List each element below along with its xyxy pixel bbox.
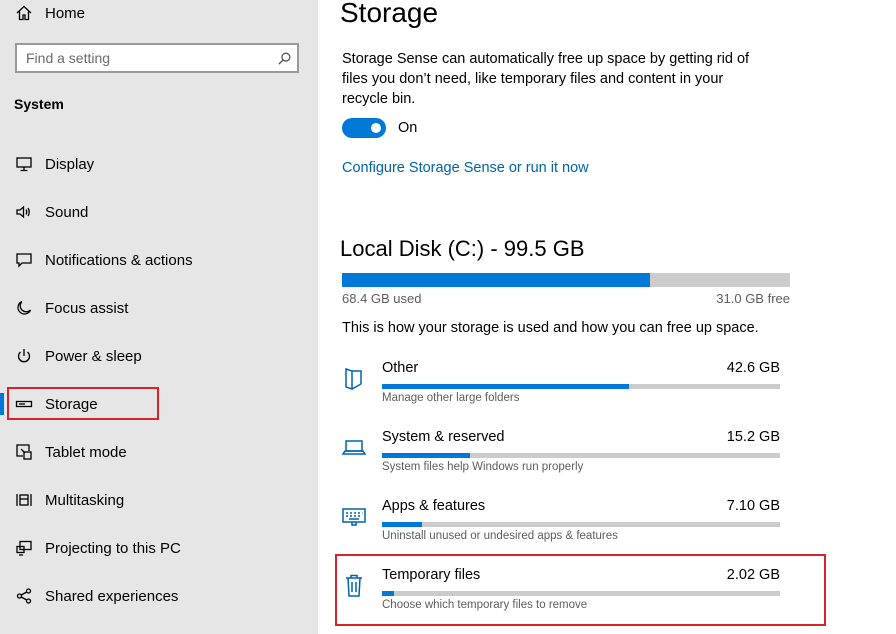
projector-icon [14, 538, 34, 558]
sidebar-item-power-sleep[interactable]: Power & sleep [14, 344, 142, 368]
sidebar-item-focus-assist[interactable]: Focus assist [14, 296, 128, 320]
laptop-icon [340, 433, 368, 461]
power-icon [14, 346, 34, 366]
category-bar [382, 384, 780, 389]
sidebar-item-label: Multitasking [45, 491, 125, 509]
sidebar-item-label: Power & sleep [45, 347, 142, 365]
disk-used-label: 68.4 GB used [342, 291, 422, 306]
storage-usage-text: This is how your storage is used and how… [342, 320, 759, 336]
sidebar-item-label: Shared experiences [45, 587, 179, 605]
sidebar-item-label: Focus assist [45, 299, 129, 317]
configure-storage-sense-link[interactable]: Configure Storage Sense or run it now [342, 160, 589, 176]
tablet-mode-icon [14, 442, 34, 462]
category-bar-fill [382, 522, 422, 527]
category-name: Other [382, 360, 419, 376]
section-heading: System [14, 96, 64, 112]
monitor-icon [14, 154, 34, 174]
category-name: Apps & features [382, 498, 486, 514]
disk-usage-bar [342, 273, 790, 287]
sidebar-item-label: Notifications & actions [45, 251, 193, 269]
category-name: System & reserved [382, 429, 505, 445]
category-size: 15.2 GB [726, 429, 780, 445]
category-bar [382, 453, 780, 458]
nav-home[interactable]: Home [14, 2, 85, 24]
sidebar-item-multitasking[interactable]: Multitasking [14, 488, 124, 512]
category-size: 7.10 GB [726, 498, 780, 514]
disk-title: Local Disk (C:) - 99.5 GB [340, 236, 585, 261]
category-bar [382, 522, 780, 527]
notification-icon [14, 250, 34, 270]
storage-sense-toggle[interactable] [342, 118, 386, 138]
selection-indicator [0, 393, 4, 415]
storage-sense-description: Storage Sense can automatically free up … [342, 51, 750, 107]
disk-free-label: 31.0 GB free [716, 291, 790, 306]
search-box [15, 43, 299, 73]
home-icon [14, 3, 34, 23]
sidebar-item-shared-experiences[interactable]: Shared experiences [14, 584, 178, 608]
category-bar-fill [382, 384, 629, 389]
moon-icon [14, 298, 34, 318]
category-description: System files help Windows run properly [382, 461, 584, 473]
speaker-icon [14, 202, 34, 222]
temporary-files-highlight-box [335, 554, 826, 626]
category-size: 42.6 GB [726, 360, 780, 376]
category-description: Uninstall unused or undesired apps & fea… [382, 530, 618, 542]
page-title: Storage [340, 0, 439, 28]
sidebar-item-tablet-mode[interactable]: Tablet mode [14, 440, 127, 464]
search-input[interactable] [17, 50, 271, 66]
category-other[interactable]: Other 42.6 GB Manage other large folders [340, 360, 782, 410]
main-content: Storage Storage Sense can automatically … [318, 0, 896, 634]
toggle-state-label: On [398, 120, 418, 136]
category-bar-fill [382, 453, 470, 458]
toggle-knob [371, 123, 381, 133]
sidebar-item-notifications[interactable]: Notifications & actions [14, 248, 193, 272]
search-icon[interactable] [271, 51, 297, 66]
nav-home-label: Home [45, 4, 86, 22]
category-system-reserved[interactable]: System & reserved 15.2 GB System files h… [340, 429, 782, 479]
sidebar-item-label: Tablet mode [45, 443, 127, 461]
share-icon [14, 586, 34, 606]
sidebar: Home System Display Sound Notifications … [0, 0, 318, 634]
category-description: Manage other large folders [382, 392, 520, 404]
sidebar-item-label: Projecting to this PC [45, 539, 181, 557]
folder-icon [340, 364, 368, 392]
sidebar-item-label: Sound [45, 203, 89, 221]
sidebar-item-label: Display [45, 155, 95, 173]
storage-highlight-box [7, 387, 159, 420]
multitasking-icon [14, 490, 34, 510]
disk-usage-fill [342, 273, 650, 287]
sidebar-item-sound[interactable]: Sound [14, 200, 88, 224]
sidebar-item-display[interactable]: Display [14, 152, 94, 176]
category-apps-features[interactable]: Apps & features 7.10 GB Uninstall unused… [340, 498, 782, 548]
sidebar-item-projecting[interactable]: Projecting to this PC [14, 536, 181, 560]
keyboard-icon [340, 502, 368, 530]
